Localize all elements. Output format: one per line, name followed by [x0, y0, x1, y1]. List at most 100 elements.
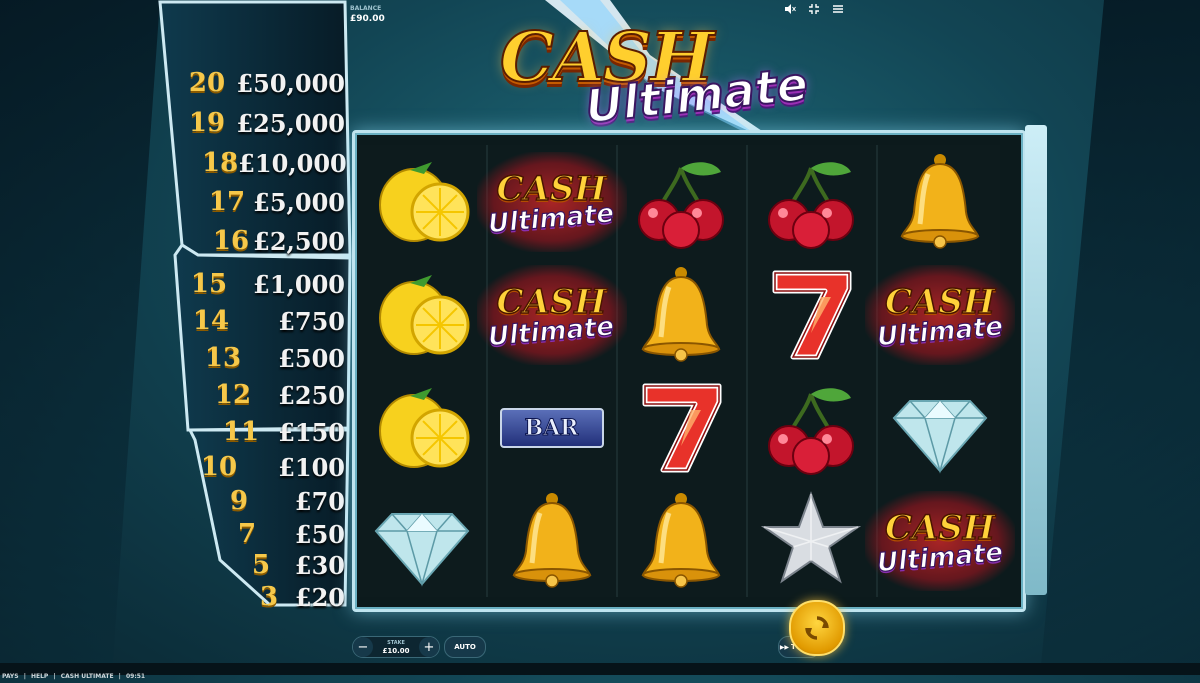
fast-forward-icon: ▶▶	[779, 643, 790, 651]
reel-cell	[358, 371, 486, 484]
paytable-row: 15 £1,000	[190, 265, 345, 303]
paytable-prize: £5,000	[253, 187, 345, 217]
lemon-icon	[372, 150, 472, 254]
paytable-count: 11	[222, 417, 260, 447]
paytable-prize: £1,000	[253, 269, 345, 299]
reel-cell	[358, 145, 486, 258]
reel-cell	[488, 484, 616, 597]
bell-icon	[890, 150, 990, 254]
reel-cell	[747, 371, 875, 484]
menu-icon[interactable]	[831, 3, 845, 17]
help-link[interactable]: HELP	[31, 673, 48, 680]
paytable-count: 10	[200, 452, 238, 482]
reel-cell	[617, 484, 745, 597]
paytable-prize: £20	[294, 582, 345, 612]
cherry-icon	[761, 150, 861, 254]
paytable-prize: £25,000	[236, 108, 345, 138]
paytable-count: 17	[208, 187, 246, 217]
reel-cell	[358, 258, 486, 371]
cherry-icon	[761, 376, 861, 480]
reel-cell	[358, 484, 486, 597]
cash-ultimate-symbol: CASH Ultimate	[865, 490, 1015, 591]
bell-icon	[631, 263, 731, 367]
paytable-prize: £70	[294, 486, 345, 516]
paytable-row: 13 £500	[204, 339, 345, 377]
paytable-count: 9	[229, 486, 249, 516]
paytable-row: 3 £20	[250, 578, 345, 616]
bar-symbol: BAR	[499, 407, 604, 448]
paytable-count: 15	[190, 269, 228, 299]
bottom-controls: − STAKE £10.00 + AUTO ▶▶ TURBO	[352, 636, 820, 658]
paytable-row: 20 £50,000	[188, 64, 345, 102]
paytable-prize: £750	[278, 306, 345, 336]
auto-button[interactable]: AUTO	[444, 636, 486, 658]
refresh-icon	[805, 616, 829, 640]
bell-icon	[502, 489, 602, 593]
reel-cell	[617, 145, 745, 258]
clock: 09:51	[125, 673, 146, 680]
footer-bar: PAYS | HELP | CASH ULTIMATE | 09:51	[0, 663, 1200, 680]
paytable-count: 3	[259, 582, 279, 612]
star-icon	[760, 489, 861, 593]
paytable-prize: £100	[278, 452, 345, 482]
cash-ultimate-symbol: CASH Ultimate	[865, 264, 1015, 365]
paytable-prize: £10,000	[238, 148, 347, 178]
paytable-count: 5	[251, 550, 271, 580]
lemon-icon	[372, 376, 472, 480]
reel-cell: CASH Ultimate	[865, 484, 1015, 597]
background-shard	[0, 0, 160, 675]
paytable-row: 11 £150	[222, 413, 345, 451]
paytable-count: 13	[204, 343, 242, 373]
increase-stake-button[interactable]: +	[419, 637, 439, 657]
reel-cell: CASH Ultimate	[476, 145, 627, 258]
diamond-icon	[890, 376, 990, 480]
bell-icon	[631, 489, 731, 593]
cash-ultimate-symbol: CASH Ultimate	[476, 151, 627, 252]
cherry-icon	[631, 150, 731, 254]
stake-display: STAKE £10.00	[373, 639, 419, 655]
pays-link[interactable]: PAYS	[2, 673, 19, 680]
paytable-row: 18 £10,000	[202, 144, 347, 182]
stake-value: £10.00	[382, 647, 410, 655]
reel-cell: CASH Ultimate	[476, 258, 627, 371]
reel-cell	[876, 371, 1004, 484]
reel-cell	[876, 145, 1004, 258]
paytable: 20 £50,000 19 £25,000 18 £10,000 17 £5,000 16 £2,…	[150, 0, 370, 620]
cash-ultimate-symbol: CASH Ultimate	[476, 264, 627, 365]
spin-button[interactable]	[789, 600, 845, 656]
paytable-prize: £150	[278, 417, 345, 447]
reel-grid: CASH Ultimate CASH Ultimate CASH Ultimat…	[358, 145, 1015, 597]
paytable-row: 14 £750	[192, 302, 345, 340]
background-shard	[1040, 0, 1200, 675]
reel-cell	[617, 371, 745, 484]
lemon-icon	[372, 263, 472, 367]
seven-icon	[631, 376, 731, 480]
paytable-count: 19	[188, 108, 226, 138]
reel-cell: BAR	[488, 371, 616, 484]
diamond-icon	[372, 489, 472, 593]
seven-icon	[761, 263, 861, 367]
paytable-count: 20	[188, 68, 226, 98]
decrease-stake-button[interactable]: −	[353, 637, 373, 657]
paytable-prize: £50	[294, 519, 345, 549]
paytable-count: 16	[212, 226, 250, 256]
paytable-count: 14	[192, 306, 230, 336]
stake-control: − STAKE £10.00 +	[352, 636, 440, 658]
stake-label: STAKE	[387, 640, 405, 646]
reel-cell	[617, 258, 745, 371]
paytable-row: 12 £250	[214, 376, 345, 414]
paytable-row: 10 £100	[200, 448, 345, 486]
paytable-count: 12	[214, 380, 252, 410]
reel-cell: CASH Ultimate	[865, 258, 1015, 371]
reel-cell	[747, 258, 875, 371]
paytable-count: 18	[202, 148, 239, 178]
reel-cell	[747, 484, 875, 597]
paytable-count: 7	[237, 519, 257, 549]
paytable-prize: £30	[294, 550, 345, 580]
paytable-prize: £2,500	[253, 226, 345, 256]
paytable-row: 16 £2,500	[212, 222, 345, 260]
paytable-prize: £50,000	[236, 68, 345, 98]
paytable-prize: £250	[278, 380, 345, 410]
paytable-prize: £500	[278, 343, 345, 373]
paytable-row: 17 £5,000	[208, 183, 345, 221]
